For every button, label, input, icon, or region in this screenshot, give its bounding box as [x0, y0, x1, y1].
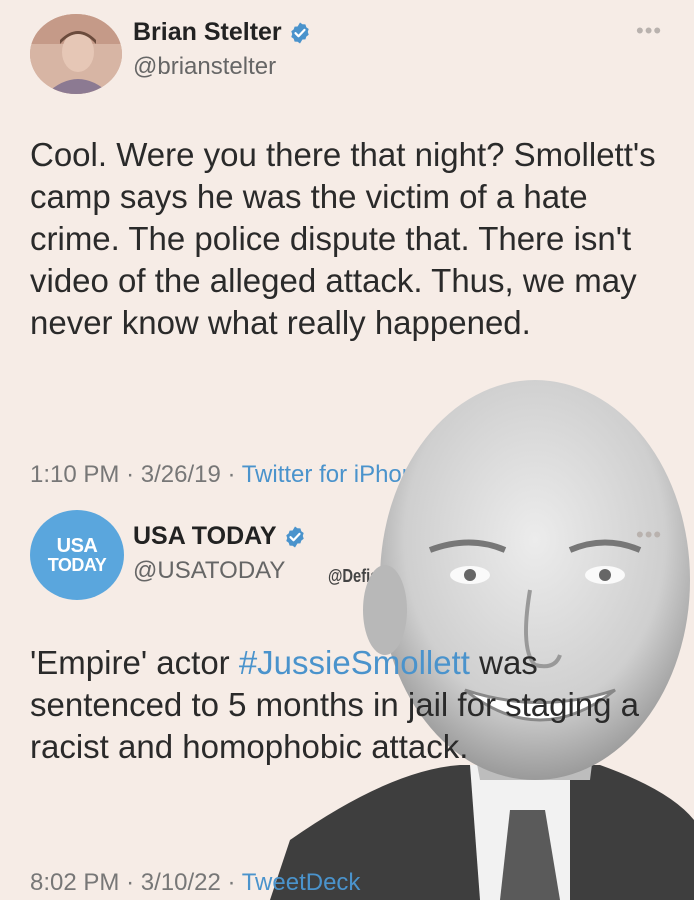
tweet-text-before: 'Empire' actor: [30, 644, 239, 681]
author-name[interactable]: Brian Stelter: [133, 18, 282, 47]
meta-separator: ·: [227, 869, 236, 896]
tweet-text: Cool. Were you there that night? Smollet…: [30, 136, 656, 341]
tweet-date[interactable]: 3/10/22: [141, 869, 221, 896]
meta-separator: ·: [227, 461, 236, 488]
portrait-photo: [270, 380, 694, 900]
logo-line-2: TODAY: [47, 555, 107, 575]
more-dots-icon[interactable]: •••: [636, 522, 662, 548]
tweet-time[interactable]: 1:10 PM: [30, 461, 119, 488]
author-name[interactable]: USA TODAY: [133, 522, 277, 551]
verified-badge-icon: [290, 22, 309, 43]
logo-line-1: USA: [56, 535, 98, 557]
more-dots-icon[interactable]: •••: [636, 18, 662, 44]
tweet-source-link[interactable]: TweetDeck: [242, 869, 361, 896]
hashtag-link[interactable]: #JussieSmollett: [239, 644, 470, 681]
tweet-meta: 8:02 PM · 3/10/22 · TweetDeck: [30, 869, 360, 897]
meta-separator: ·: [126, 461, 135, 488]
author-name-row: Brian Stelter: [133, 18, 312, 47]
avatar-photo: [30, 14, 122, 94]
usa-today-logo[interactable]: USA TODAY: [30, 510, 124, 600]
tweet-date[interactable]: 3/26/19: [141, 461, 221, 488]
tweet-time[interactable]: 8:02 PM: [30, 869, 119, 896]
author-handle[interactable]: @brianstelter: [133, 53, 276, 81]
meta-separator: ·: [126, 869, 135, 896]
tweet-text: 'Empire' actor #JussieSmollett was sente…: [30, 642, 670, 768]
avatar[interactable]: [30, 14, 122, 94]
author-handle[interactable]: @USATODAY: [133, 557, 285, 585]
